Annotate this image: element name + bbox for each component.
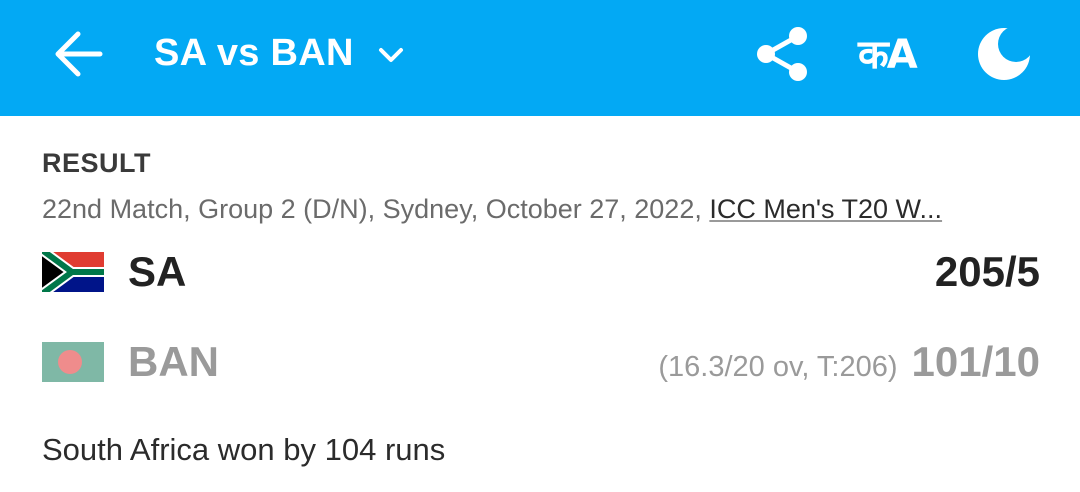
team-row: SA 205/5 bbox=[42, 242, 1040, 302]
app-header: SA vs BAN कA bbox=[0, 0, 1080, 116]
share-icon[interactable] bbox=[752, 26, 812, 82]
bangladesh-flag bbox=[42, 342, 104, 382]
team-name: BAN bbox=[128, 338, 219, 385]
page-title: SA vs BAN bbox=[154, 31, 354, 74]
match-info: 22nd Match, Group 2 (D/N), Sydney, Octob… bbox=[42, 194, 1042, 225]
match-result: South Africa won by 104 runs bbox=[42, 432, 446, 467]
team-row: BAN (16.3/20 ov, T:206) 101/10 bbox=[42, 332, 1040, 392]
language-toggle-button[interactable]: कA bbox=[858, 26, 918, 78]
team-name: SA bbox=[128, 248, 187, 295]
team-score: 101/10 bbox=[911, 338, 1040, 385]
match-details: 22nd Match, Group 2 (D/N), Sydney, Octob… bbox=[42, 194, 710, 224]
match-selector[interactable]: SA vs BAN bbox=[154, 28, 406, 78]
series-link[interactable]: ICC Men's T20 W... bbox=[709, 194, 942, 224]
team-overs: (16.3/20 ov, T:206) bbox=[658, 351, 898, 383]
moon-icon[interactable] bbox=[976, 26, 1032, 82]
south-africa-flag bbox=[42, 252, 104, 292]
back-arrow-icon[interactable] bbox=[48, 28, 108, 80]
match-status: RESULT bbox=[42, 148, 151, 178]
team-score: 205/5 bbox=[934, 248, 1040, 295]
chevron-down-icon bbox=[378, 48, 403, 62]
